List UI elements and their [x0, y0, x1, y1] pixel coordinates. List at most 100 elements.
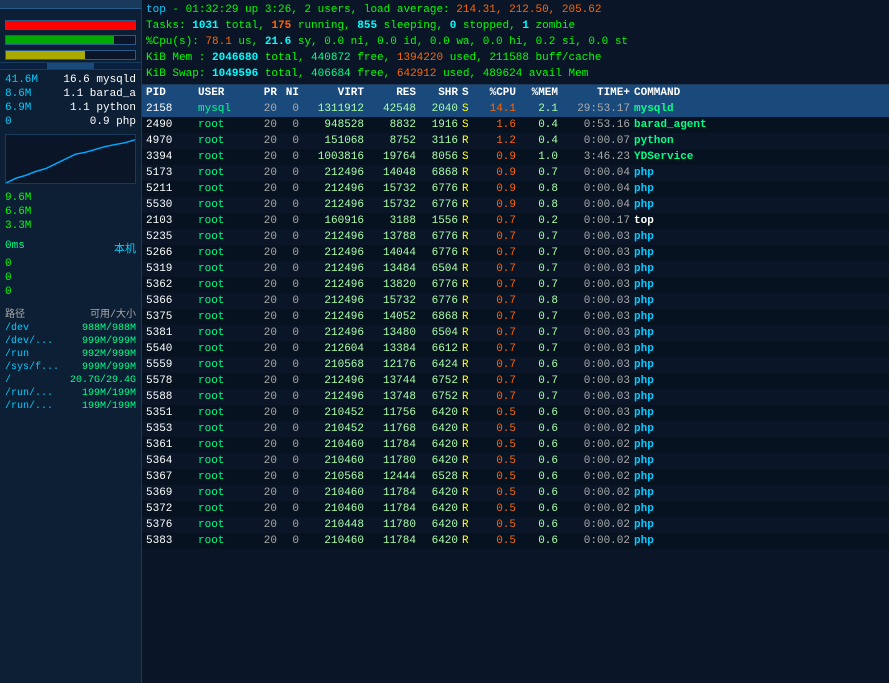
- col-cmd-header[interactable]: COMMAND: [634, 87, 885, 99]
- table-row[interactable]: 5362 root 20 0 212496 13820 6776 R 0.7 0…: [142, 277, 889, 293]
- cell-cmd: php: [634, 246, 885, 260]
- cell-pid: 5364: [146, 454, 198, 468]
- cell-shr: 6776: [420, 182, 462, 196]
- disk-root: / 20.7G/29.4G: [5, 374, 136, 387]
- cell-virt: 212496: [303, 374, 368, 388]
- col-s-header[interactable]: S: [462, 87, 478, 99]
- cell-pid: 5366: [146, 294, 198, 308]
- cell-res: 13484: [368, 262, 420, 276]
- table-row[interactable]: 5530 root 20 0 212496 15732 6776 R 0.9 0…: [142, 197, 889, 213]
- table-row[interactable]: 5235 root 20 0 212496 13788 6776 R 0.7 0…: [142, 229, 889, 245]
- col-shr-header[interactable]: SHR: [420, 87, 462, 99]
- col-res-header[interactable]: RES: [368, 87, 420, 99]
- table-row[interactable]: 3394 root 20 0 1003816 19764 8056 S 0.9 …: [142, 149, 889, 165]
- cell-s: R: [462, 166, 478, 180]
- table-row[interactable]: 5369 root 20 0 210460 11784 6420 R 0.5 0…: [142, 485, 889, 501]
- header-line1: top - 01:32:29 up 3:26, 2 users, load av…: [146, 2, 885, 18]
- cell-ni: 0: [281, 198, 303, 212]
- table-row[interactable]: 5588 root 20 0 212496 13748 6752 R 0.7 0…: [142, 389, 889, 405]
- cell-res: 15732: [368, 182, 420, 196]
- cell-virt: 210568: [303, 358, 368, 372]
- net-v1-val: 9.6M: [5, 192, 31, 204]
- cell-time: 0:00.02: [562, 454, 634, 468]
- table-row[interactable]: 2158 mysql 20 0 1311912 42548 2040 S 14.…: [142, 101, 889, 117]
- table-row[interactable]: 5376 root 20 0 210448 11780 6420 R 0.5 0…: [142, 517, 889, 533]
- tab-cpu[interactable]: [47, 63, 94, 69]
- cell-time: 0:00.03: [562, 406, 634, 420]
- cell-time: 0:00.02: [562, 502, 634, 516]
- cell-s: R: [462, 198, 478, 212]
- tab-cmd[interactable]: [94, 63, 141, 69]
- cell-virt: 212496: [303, 310, 368, 324]
- latency-0: 0: [5, 257, 136, 271]
- table-row[interactable]: 5211 root 20 0 212496 15732 6776 R 0.9 0…: [142, 181, 889, 197]
- table-row[interactable]: 5578 root 20 0 212496 13744 6752 R 0.7 0…: [142, 373, 889, 389]
- col-cpu-header[interactable]: %CPU: [478, 87, 520, 99]
- cell-cmd: php: [634, 438, 885, 452]
- cell-res: 11784: [368, 534, 420, 548]
- tab-mem[interactable]: [0, 63, 47, 69]
- cell-mem: 0.6: [520, 518, 562, 532]
- cell-cpu: 0.7: [478, 278, 520, 292]
- cell-user: root: [198, 486, 253, 500]
- cell-pr: 20: [253, 230, 281, 244]
- latency-value: 0ms: [5, 240, 25, 256]
- cell-virt: 210568: [303, 470, 368, 484]
- table-row[interactable]: 5367 root 20 0 210568 12444 6528 R 0.5 0…: [142, 469, 889, 485]
- table-row[interactable]: 5364 root 20 0 210460 11780 6420 R 0.5 0…: [142, 453, 889, 469]
- table-row[interactable]: 5173 root 20 0 212496 14048 6868 R 0.9 0…: [142, 165, 889, 181]
- table-row[interactable]: 5366 root 20 0 212496 15732 6776 R 0.7 0…: [142, 293, 889, 309]
- table-row[interactable]: 5353 root 20 0 210452 11768 6420 R 0.5 0…: [142, 421, 889, 437]
- cell-s: R: [462, 486, 478, 500]
- table-row[interactable]: 5319 root 20 0 212496 13484 6504 R 0.7 0…: [142, 261, 889, 277]
- cell-user: root: [198, 438, 253, 452]
- col-user-header[interactable]: USER: [198, 87, 253, 99]
- cell-virt: 210452: [303, 406, 368, 420]
- swap-progress-bar: [5, 50, 136, 60]
- cell-mem: 0.7: [520, 262, 562, 276]
- cell-virt: 210452: [303, 422, 368, 436]
- cell-pr: 20: [253, 438, 281, 452]
- col-pid-header[interactable]: PID: [146, 87, 198, 99]
- cell-virt: 948528: [303, 118, 368, 132]
- cell-mem: 0.7: [520, 230, 562, 244]
- col-ni-header[interactable]: NI: [281, 87, 303, 99]
- table-row[interactable]: 5381 root 20 0 212496 13480 6504 R 0.7 0…: [142, 325, 889, 341]
- col-mem-header[interactable]: %MEM: [520, 87, 562, 99]
- cell-shr: 1916: [420, 118, 462, 132]
- cell-pr: 20: [253, 262, 281, 276]
- cell-mem: 0.8: [520, 294, 562, 308]
- cell-user: root: [198, 422, 253, 436]
- cell-pid: 5173: [146, 166, 198, 180]
- table-row[interactable]: 4970 root 20 0 151068 8752 3116 R 1.2 0.…: [142, 133, 889, 149]
- col-pr-header[interactable]: PR: [253, 87, 281, 99]
- col-virt-header[interactable]: VIRT: [303, 87, 368, 99]
- table-row[interactable]: 5540 root 20 0 212604 13384 6612 R 0.7 0…: [142, 341, 889, 357]
- disk-size-3: 992M/999M: [82, 349, 136, 360]
- cell-pr: 20: [253, 118, 281, 132]
- l1: 0: [5, 272, 12, 284]
- header-line1-text: - 01:32:29 up 3:26, 2 users, load averag…: [166, 4, 602, 16]
- cell-ni: 0: [281, 294, 303, 308]
- cell-pr: 20: [253, 150, 281, 164]
- table-row[interactable]: 5375 root 20 0 212496 14052 6868 R 0.7 0…: [142, 309, 889, 325]
- table-row[interactable]: 5383 root 20 0 210460 11784 6420 R 0.5 0…: [142, 533, 889, 549]
- proc2-name: 8.6M: [5, 88, 31, 100]
- col-time-header[interactable]: TIME+: [562, 87, 634, 99]
- table-row[interactable]: 5372 root 20 0 210460 11784 6420 R 0.5 0…: [142, 501, 889, 517]
- cell-cpu: 0.7: [478, 358, 520, 372]
- cell-mem: 1.0: [520, 150, 562, 164]
- table-row[interactable]: 2103 root 20 0 160916 3188 1556 R 0.7 0.…: [142, 213, 889, 229]
- table-row[interactable]: 5266 root 20 0 212496 14044 6776 R 0.7 0…: [142, 245, 889, 261]
- disk-dev2: /dev/... 999M/999M: [5, 335, 136, 348]
- cell-user: root: [198, 214, 253, 228]
- table-row[interactable]: 5559 root 20 0 210568 12176 6424 R 0.7 0…: [142, 357, 889, 373]
- cell-res: 8752: [368, 134, 420, 148]
- table-row[interactable]: 5361 root 20 0 210460 11784 6420 R 0.5 0…: [142, 437, 889, 453]
- table-row[interactable]: 2490 root 20 0 948528 8832 1916 S 1.6 0.…: [142, 117, 889, 133]
- cell-time: 0:00.03: [562, 326, 634, 340]
- cell-user: root: [198, 118, 253, 132]
- cell-user: root: [198, 230, 253, 244]
- table-row[interactable]: 5351 root 20 0 210452 11756 6420 R 0.5 0…: [142, 405, 889, 421]
- cell-shr: 6776: [420, 294, 462, 308]
